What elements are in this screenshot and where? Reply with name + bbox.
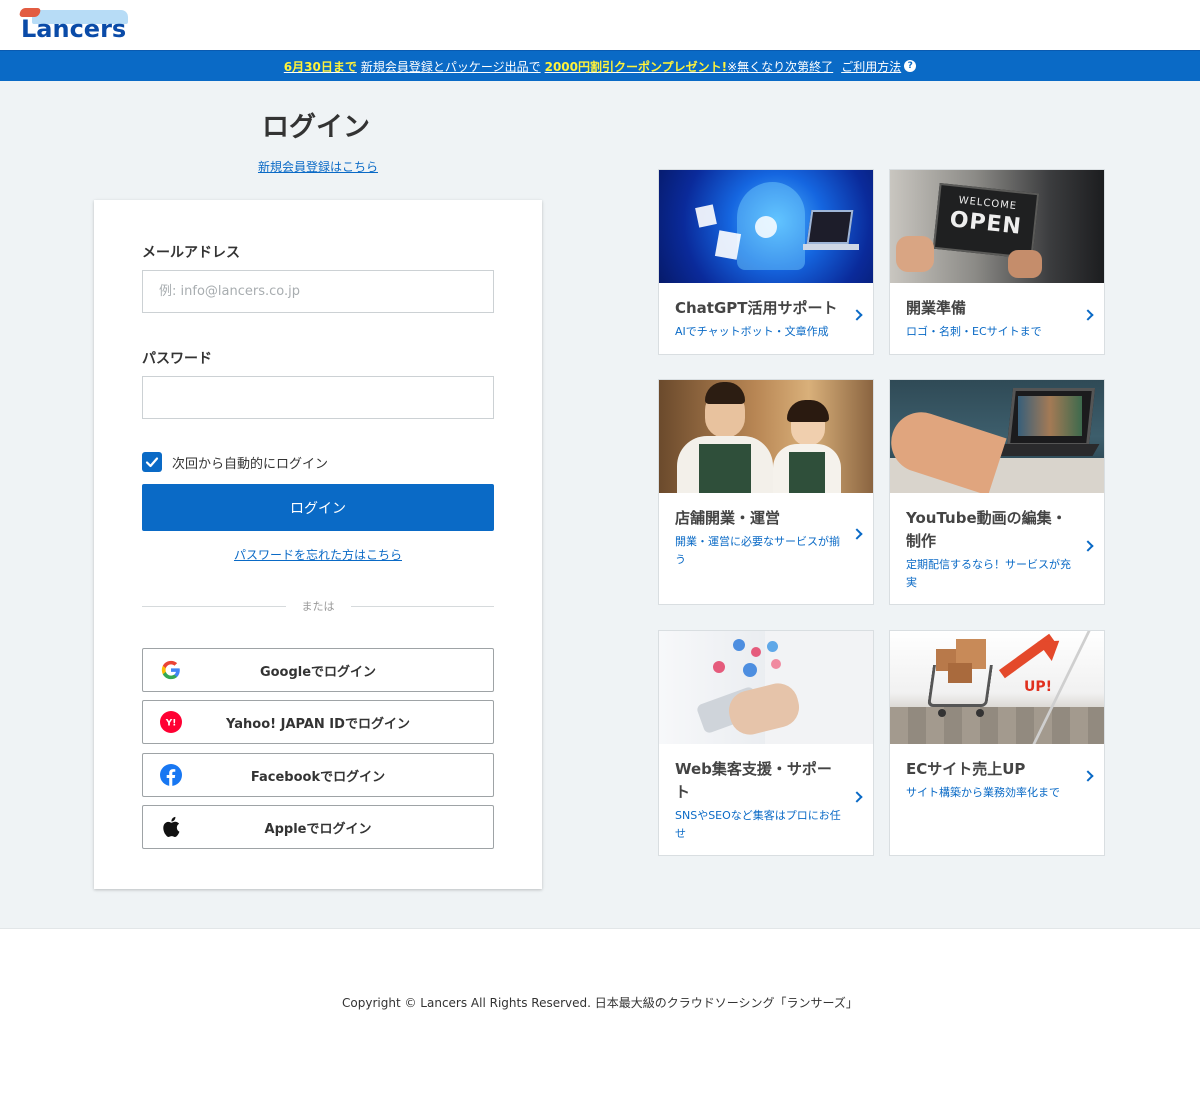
tile-title: ChatGPT活用サポート xyxy=(675,299,838,317)
tile-subtitle: ロゴ・名刺・ECサイトまで xyxy=(906,325,1042,338)
tile-body: 店舗開業・運営 開業・運営に必要なサービスが揃う xyxy=(659,493,873,579)
remember-me[interactable]: 次回から自動的にログイン xyxy=(142,452,328,472)
password-field[interactable] xyxy=(142,376,494,419)
banner-howto-link[interactable]: ご利用方法 xyxy=(841,58,901,75)
check-icon xyxy=(145,457,159,468)
site-header: Lancers xyxy=(0,0,1200,50)
facebook-login-label: Facebookでログイン xyxy=(250,769,386,785)
chevron-right-icon xyxy=(1082,309,1094,321)
divider-line xyxy=(350,605,494,607)
promo-tile-youtube[interactable]: YouTube動画の編集・制作 定期配信するなら！サービスが充実 xyxy=(889,379,1105,605)
campaign-banner-link[interactable]: 6月30日まで 新規会員登録とパッケージ出品で 2000円割引クーポンプレゼント… xyxy=(283,58,917,75)
chevron-right-icon xyxy=(851,309,863,321)
youtube-promo-image xyxy=(890,380,1104,493)
tile-subtitle: 開業・運営に必要なサービスが揃う xyxy=(675,535,840,566)
store-promo-image xyxy=(659,380,873,493)
lancers-logo[interactable]: Lancers xyxy=(18,8,132,44)
email-field[interactable] xyxy=(142,270,494,313)
question-icon[interactable]: ? xyxy=(904,60,917,72)
ec-promo-image: UP! xyxy=(890,631,1104,744)
divider-text: または xyxy=(301,600,335,613)
promo-tile-chatgpt[interactable]: ChatGPT活用サポート AIでチャットボット・文章作成 xyxy=(658,169,874,355)
apple-login-button[interactable]: Appleでログイン xyxy=(142,805,494,849)
campaign-banner[interactable]: 6月30日まで 新規会員登録とパッケージ出品で 2000円割引クーポンプレゼント… xyxy=(0,50,1200,81)
logo-text: Lancers xyxy=(21,15,127,43)
tile-subtitle: SNSやSEOなど集客はプロにお任せ xyxy=(675,809,841,840)
tile-title: 開業準備 xyxy=(906,299,967,317)
promo-tile-opening[interactable]: WELCOME OPEN 開業準備 ロゴ・名刺・ECサイトまで xyxy=(889,169,1105,355)
promo-tile-ec[interactable]: UP! ECサイト売上UP サイト構築から業務効率化まで xyxy=(889,630,1105,856)
tile-title: 店舗開業・運営 xyxy=(675,509,781,527)
apple-icon xyxy=(160,816,182,838)
facebook-icon xyxy=(160,764,182,786)
signup-link[interactable]: 新規会員登録はこちら xyxy=(0,158,636,175)
divider-line xyxy=(142,605,286,607)
web-marketing-promo-image xyxy=(659,631,873,744)
svg-text:Y!: Y! xyxy=(165,719,177,729)
tile-body: ChatGPT活用サポート AIでチャットボット・文章作成 xyxy=(659,283,873,351)
tile-body: ECサイト売上UP サイト構築から業務効率化まで xyxy=(890,744,1104,812)
login-button[interactable]: ログイン xyxy=(142,484,494,531)
banner-deadline: 6月30日まで xyxy=(283,59,357,74)
yahoo-login-label: Yahoo! JAPAN IDでログイン xyxy=(226,716,410,732)
tile-subtitle: サイト構築から業務効率化まで xyxy=(906,786,1060,799)
forgot-password-link[interactable]: パスワードを忘れた方はこちら xyxy=(94,546,542,563)
promo-tile-web-marketing[interactable]: Web集客支援・サポート SNSやSEOなど集客はプロにお任せ xyxy=(658,630,874,856)
google-icon xyxy=(160,659,182,681)
apple-login-label: Appleでログイン xyxy=(264,821,372,837)
remember-label: 次回から自動的にログイン xyxy=(172,456,329,472)
promo-tile-store[interactable]: 店舗開業・運営 開業・運営に必要なサービスが揃う xyxy=(658,379,874,605)
up-text: UP! xyxy=(1024,679,1053,695)
chevron-right-icon xyxy=(1082,770,1094,782)
tile-title: YouTube動画の編集・制作 xyxy=(906,509,1067,550)
tile-body: 開業準備 ロゴ・名刺・ECサイトまで xyxy=(890,283,1104,351)
yahoo-login-button[interactable]: Y! Yahoo! JAPAN IDでログイン xyxy=(142,700,494,744)
password-label: パスワード xyxy=(142,351,212,367)
tile-subtitle: AIでチャットボット・文章作成 xyxy=(675,325,829,338)
banner-coupon: 2000円割引クーポンプレゼント! xyxy=(544,59,728,74)
chevron-right-icon xyxy=(851,528,863,540)
tile-subtitle: 定期配信するなら！サービスが充実 xyxy=(906,558,1071,589)
remember-checkbox[interactable] xyxy=(142,452,162,472)
tile-body: Web集客支援・サポート SNSやSEOなど集客はプロにお任せ xyxy=(659,744,873,853)
chatgpt-promo-image xyxy=(659,170,873,283)
chevron-right-icon xyxy=(851,790,863,803)
facebook-login-button[interactable]: Facebookでログイン xyxy=(142,753,494,797)
banner-campaign: 新規会員登録とパッケージ出品で xyxy=(360,59,541,74)
email-label: メールアドレス xyxy=(142,245,240,261)
chevron-right-icon xyxy=(1082,539,1094,552)
login-form-card: メールアドレス パスワード 次回から自動的にログイン ログイン パスワードを忘れ… xyxy=(94,200,542,889)
google-login-label: Googleでログイン xyxy=(259,664,377,680)
banner-note: ※無くなり次第終了 xyxy=(727,59,834,74)
tile-title: ECサイト売上UP xyxy=(906,760,1026,778)
tile-body: YouTube動画の編集・制作 定期配信するなら！サービスが充実 xyxy=(890,493,1104,602)
main-content: ログイン 新規会員登録はこちら メールアドレス パスワード 次回から自動的にログ… xyxy=(0,81,1200,929)
page-title: ログイン xyxy=(262,112,370,143)
yahoo-icon: Y! xyxy=(160,711,182,733)
or-divider: または xyxy=(142,598,494,614)
footer-copyright: Copyright © Lancers All Rights Reserved.… xyxy=(342,996,858,1010)
opening-promo-image: WELCOME OPEN xyxy=(890,170,1104,283)
google-login-button[interactable]: Googleでログイン xyxy=(142,648,494,692)
tile-title: Web集客支援・サポート xyxy=(675,760,832,801)
